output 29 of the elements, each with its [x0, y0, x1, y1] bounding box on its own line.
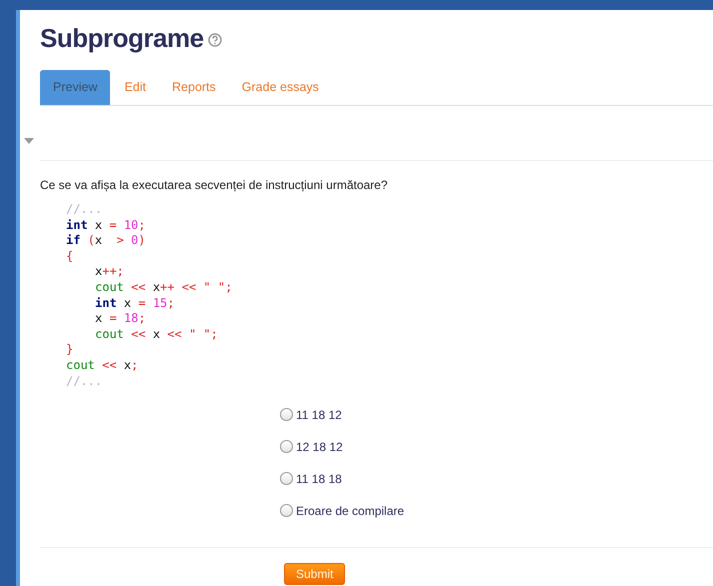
- code-line: int x = 15;: [94, 296, 176, 312]
- code-line: int x = 10;: [66, 218, 147, 234]
- submit-button[interactable]: Submit: [284, 563, 346, 586]
- question-text: Ce se va afișa la executarea secvenței de instrucțiuni următoare?: [40, 178, 389, 192]
- code-line: {: [66, 248, 74, 264]
- code-line: }: [66, 342, 74, 358]
- option-label[interactable]: 11 18 12: [296, 408, 342, 422]
- code-line: //...: [66, 374, 104, 390]
- tab[interactable]: Preview: [40, 70, 110, 105]
- code-line: //...: [66, 202, 104, 218]
- page-title: Subprograme: [40, 22, 204, 54]
- tab[interactable]: Grade essays: [230, 70, 331, 105]
- tab[interactable]: Edit: [112, 70, 158, 105]
- option-label[interactable]: 11 18 18: [296, 472, 342, 486]
- code-line: cout << x;: [66, 358, 140, 374]
- code-line: x = 18;: [94, 311, 147, 327]
- code-line: if (x > 0): [66, 233, 147, 249]
- tab[interactable]: Reports: [160, 70, 228, 105]
- radio-button[interactable]: [280, 504, 293, 518]
- radio-button[interactable]: [280, 472, 293, 486]
- radio-button[interactable]: [280, 440, 293, 454]
- caret-icon[interactable]: [24, 138, 34, 144]
- option-label[interactable]: 12 18 12: [296, 440, 343, 454]
- option-label[interactable]: Eroare de compilare: [296, 504, 404, 518]
- code-line: cout << x++ << " ";: [94, 280, 234, 296]
- code-line: x++;: [94, 264, 125, 280]
- radio-button[interactable]: [280, 408, 293, 422]
- code-line: cout << x << " ";: [94, 326, 219, 342]
- help-icon[interactable]: [208, 33, 222, 47]
